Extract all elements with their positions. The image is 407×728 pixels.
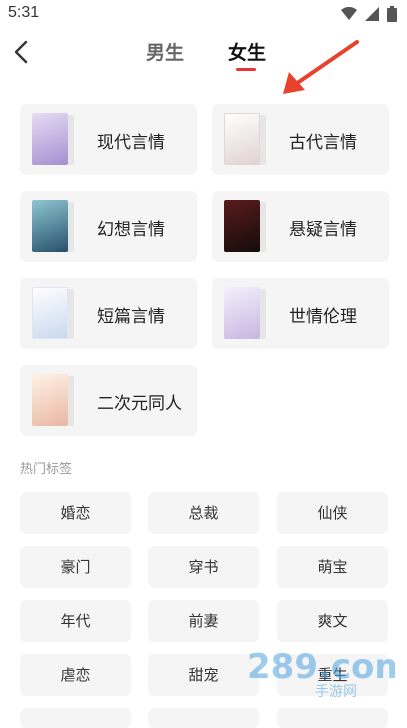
book-cover bbox=[224, 200, 268, 254]
tag-button[interactable]: 豪门 bbox=[20, 546, 131, 588]
category-card-family-ethics[interactable]: 世情伦理 bbox=[212, 278, 389, 349]
category-label: 幻想言情 bbox=[97, 220, 165, 240]
tag-button[interactable]: 年代 bbox=[20, 600, 131, 642]
tag-button[interactable]: 婚恋 bbox=[20, 492, 131, 534]
tag-button[interactable]: 穿书 bbox=[148, 546, 259, 588]
book-cover bbox=[224, 113, 268, 167]
category-card-short-romance[interactable]: 短篇言情 bbox=[20, 278, 197, 349]
tag-button-partial[interactable] bbox=[277, 708, 388, 728]
tab-male[interactable]: 男生 bbox=[146, 38, 184, 65]
annotation-arrow-icon bbox=[283, 40, 359, 94]
category-card-fantasy-romance[interactable]: 幻想言情 bbox=[20, 191, 197, 262]
book-cover bbox=[32, 200, 76, 254]
tag-button-partial[interactable] bbox=[20, 708, 131, 728]
category-card-modern-romance[interactable]: 现代言情 bbox=[20, 104, 197, 175]
back-arrow-icon bbox=[14, 40, 28, 64]
watermark-text: 289.com bbox=[247, 647, 395, 687]
tag-button[interactable]: 萌宝 bbox=[277, 546, 388, 588]
category-card-mystery-romance[interactable]: 悬疑言情 bbox=[212, 191, 389, 262]
category-label: 悬疑言情 bbox=[289, 220, 357, 240]
tab-female[interactable]: 女生 bbox=[228, 38, 266, 65]
status-icons bbox=[341, 6, 397, 22]
wifi-icon bbox=[341, 7, 357, 20]
category-label: 现代言情 bbox=[97, 133, 165, 153]
category-label: 世情伦理 bbox=[289, 307, 357, 327]
category-card-fan-fiction[interactable]: 二次元同人 bbox=[20, 365, 197, 436]
tag-button[interactable]: 甜宠 bbox=[148, 654, 259, 696]
tag-button[interactable]: 爽文 bbox=[277, 600, 388, 642]
book-cover bbox=[32, 374, 76, 428]
category-card-ancient-romance[interactable]: 古代言情 bbox=[212, 104, 389, 175]
status-bar: 5:31 bbox=[0, 0, 407, 28]
tag-button[interactable]: 虐恋 bbox=[20, 654, 131, 696]
watermark-subtext: 手游网 bbox=[315, 684, 357, 700]
back-button[interactable] bbox=[10, 38, 34, 66]
category-label: 古代言情 bbox=[289, 133, 357, 153]
book-cover bbox=[224, 287, 268, 341]
status-time: 5:31 bbox=[8, 4, 40, 21]
battery-icon bbox=[387, 6, 397, 22]
signal-icon bbox=[365, 7, 379, 21]
tag-button-partial[interactable] bbox=[148, 708, 259, 728]
book-cover bbox=[32, 287, 76, 341]
category-label: 短篇言情 bbox=[97, 307, 165, 327]
tag-button[interactable]: 前妻 bbox=[148, 600, 259, 642]
tag-button[interactable]: 仙侠 bbox=[277, 492, 388, 534]
tag-button[interactable]: 总裁 bbox=[148, 492, 259, 534]
book-cover bbox=[32, 113, 76, 167]
hot-tags-title: 热门标签 bbox=[20, 462, 73, 477]
category-label: 二次元同人 bbox=[97, 394, 182, 414]
active-tab-indicator bbox=[236, 68, 256, 71]
watermark-logo: 289.com 手游网 bbox=[247, 647, 395, 700]
